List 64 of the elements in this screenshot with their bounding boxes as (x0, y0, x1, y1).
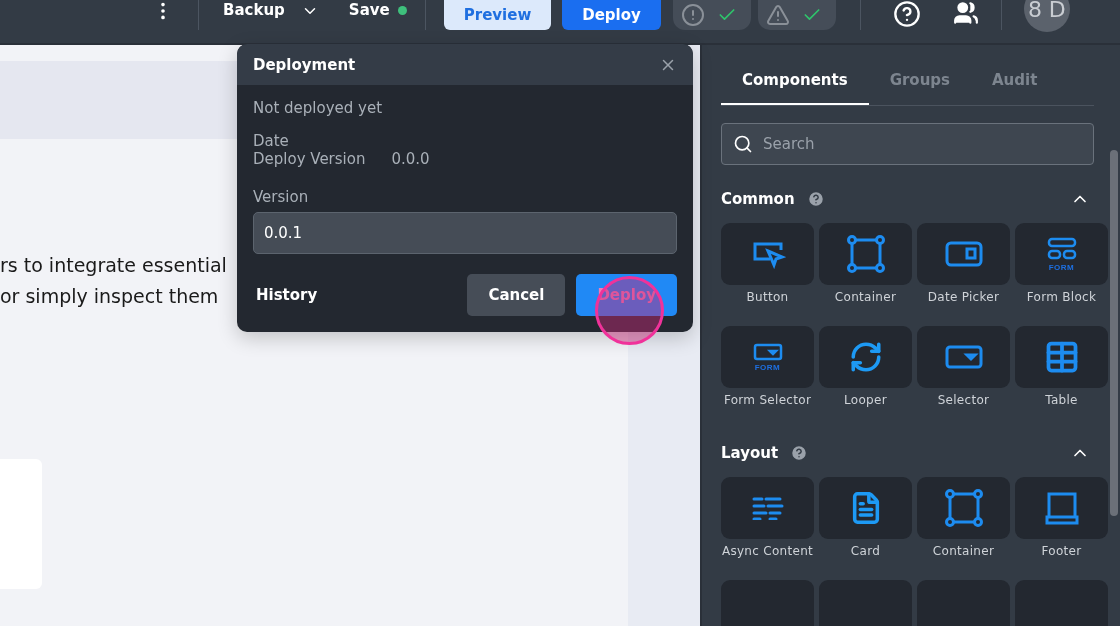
component-tile[interactable] (819, 477, 912, 539)
form-tag: FORM (1048, 262, 1075, 272)
component-label: Looper (843, 393, 888, 407)
container-icon (845, 234, 886, 274)
warnings-pill[interactable] (757, 0, 836, 30)
deploy-status-text: Not deployed yet (253, 99, 383, 117)
search-icon (733, 134, 753, 154)
form-tag: FORM (754, 362, 781, 372)
text-lines-icon (751, 496, 784, 520)
component-tile[interactable] (819, 326, 912, 388)
component-label: Container (833, 290, 898, 304)
version-input[interactable]: 0.0.1 (253, 212, 677, 254)
component-label: Table (1044, 393, 1079, 407)
user-avatar[interactable]: 8 D (1023, 0, 1070, 32)
component-tile[interactable] (917, 477, 1010, 539)
cancel-button[interactable]: Cancel (467, 274, 566, 316)
component-tile[interactable] (819, 223, 912, 285)
warning-icon (765, 3, 790, 27)
help-icon[interactable] (892, 0, 921, 28)
dropdown-field-icon (752, 342, 783, 361)
paragraph-text: or simply inspect them (0, 285, 219, 307)
component-label: Card (849, 544, 882, 558)
dialog-title: Deployment (253, 55, 356, 74)
deploy-button[interactable]: Deploy (562, 0, 661, 30)
section-title: Layout (721, 444, 779, 462)
component-tile[interactable] (917, 326, 1010, 388)
panel-tab[interactable]: Components (721, 61, 869, 105)
form-rows-icon (1046, 236, 1077, 261)
alert-circle-icon (680, 3, 705, 27)
window-icon (944, 241, 983, 267)
container-icon (943, 488, 984, 528)
component-label: Async Content (721, 544, 814, 558)
preview-button[interactable]: Preview (443, 0, 552, 30)
component-label: Form Selector (722, 393, 813, 407)
deploy-version-label: Deploy Version (253, 150, 366, 168)
paragraph-text: rs to integrate essential (0, 254, 227, 276)
search-field[interactable]: Search (721, 123, 1094, 165)
component-tile[interactable] (1015, 477, 1108, 539)
component-label: Button (745, 290, 790, 304)
component-tile[interactable]: FORM (1015, 223, 1108, 285)
component-tile[interactable]: FORM (721, 326, 814, 388)
component-tile[interactable] (1015, 326, 1108, 388)
component-label: Footer (1040, 544, 1083, 558)
backup-menu[interactable]: Backup (223, 1, 285, 19)
dropdown-field-icon (944, 345, 983, 369)
panel-tab[interactable]: Groups (868, 61, 971, 105)
version-label: Version (253, 188, 309, 206)
panel-tab[interactable]: Audit (971, 61, 1059, 105)
component-label: Date Picker (926, 290, 1001, 304)
component-label: Selector (936, 393, 991, 407)
section-title: Common (721, 190, 795, 208)
refresh-icon (848, 340, 883, 374)
component-label: Container (931, 544, 996, 558)
footer-layout-icon (1044, 491, 1079, 525)
deploy-version-value: 0.0.0 (391, 150, 430, 168)
errors-pill[interactable] (672, 0, 751, 30)
save-button[interactable]: Save (348, 1, 390, 19)
date-label: Date (253, 132, 289, 150)
component-label: Form Block (1025, 290, 1098, 304)
component-tile[interactable] (917, 223, 1010, 285)
component-tile[interactable] (721, 223, 814, 285)
users-icon[interactable] (952, 0, 979, 26)
history-button[interactable]: History (253, 286, 321, 304)
component-tile[interactable] (721, 477, 814, 539)
